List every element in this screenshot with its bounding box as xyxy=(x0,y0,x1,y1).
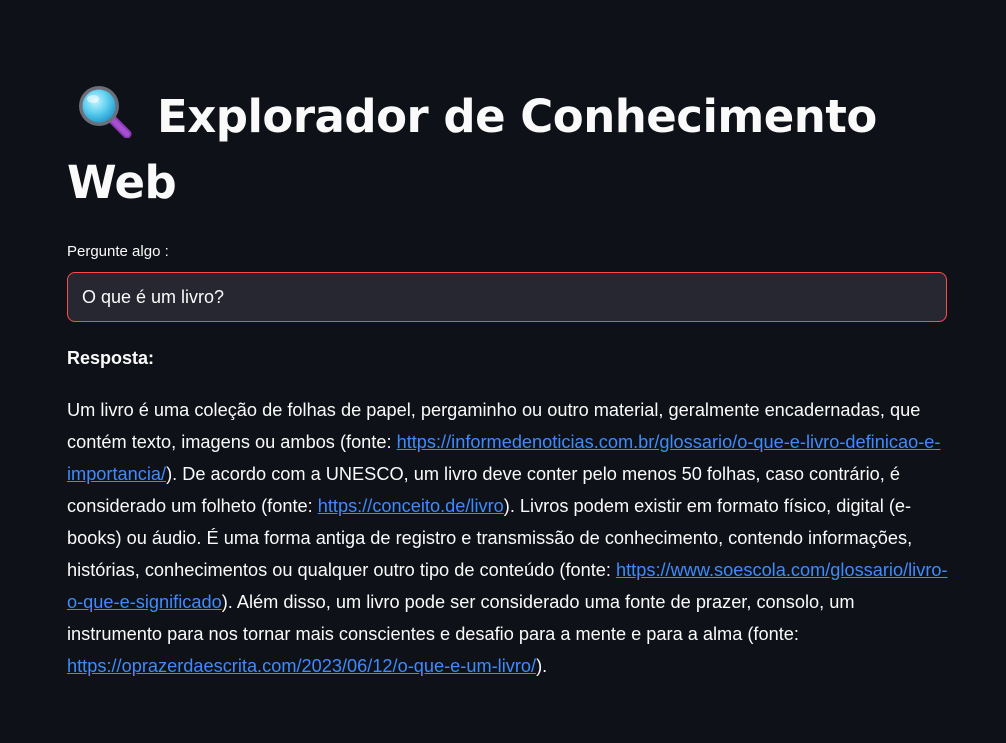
query-input[interactable] xyxy=(67,272,947,322)
answer-text-segment: ). xyxy=(536,656,548,676)
magnifying-glass-icon xyxy=(75,84,135,138)
source-link[interactable]: https://conceito.de/livro xyxy=(318,496,504,516)
page-title: Explorador de Conhecimento Web xyxy=(67,84,947,216)
answer-heading: Resposta: xyxy=(67,348,155,368)
query-label: Pergunte algo : xyxy=(67,243,169,260)
answer-text: Um livro é uma coleção de folhas de pape… xyxy=(67,394,952,682)
page-title-text: Explorador de Conhecimento Web xyxy=(67,90,877,209)
source-link[interactable]: https://oprazerdaescrita.com/2023/06/12/… xyxy=(67,656,536,676)
